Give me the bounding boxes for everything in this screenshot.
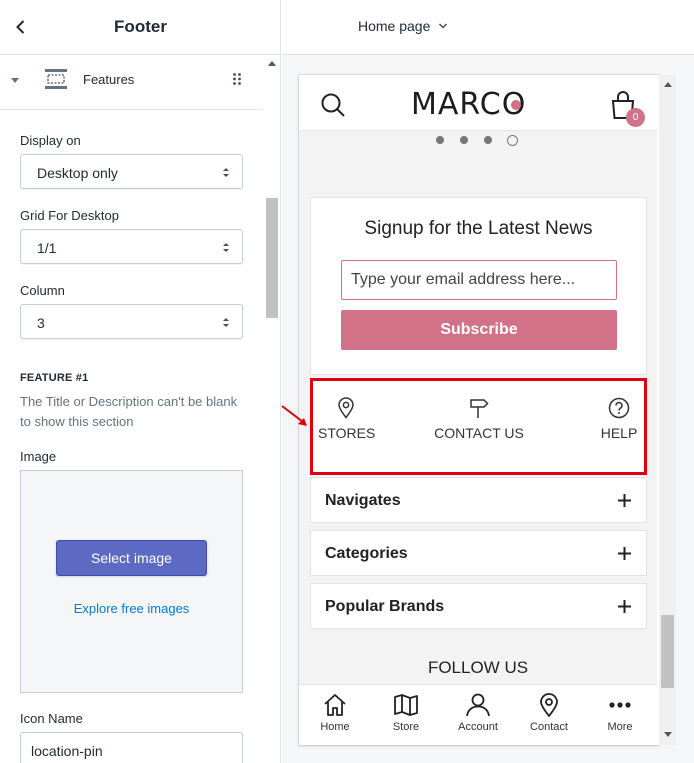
bottom-nav: Home Store Account Contact More [299, 684, 657, 745]
scroll-up-icon[interactable] [268, 61, 276, 66]
newsletter-email-input[interactable]: Type your email address here... [341, 260, 617, 300]
bottom-nav-home[interactable]: Home [305, 693, 365, 733]
icon-name-label: Icon Name [20, 711, 83, 726]
scroll-thumb[interactable] [661, 615, 674, 688]
store-screen: MARCO 0 Signup for the Latest News Type … [299, 75, 657, 745]
page-selector[interactable]: Home page [358, 18, 448, 34]
search-icon[interactable] [320, 92, 346, 118]
slider-dot-active[interactable] [507, 135, 518, 146]
column-label: Column [20, 283, 65, 298]
feature-help-text: The Title or Description can't be blank … [20, 394, 238, 429]
preview-area: Home page MARCO 0 Sign [282, 0, 694, 763]
bottom-nav-store[interactable]: Store [376, 693, 436, 733]
accordion-title: Navigates [325, 492, 401, 509]
question-circle-icon [608, 397, 630, 419]
follow-us-heading: FOLLOW US [427, 658, 529, 677]
explore-free-images-link[interactable]: Explore free images [21, 601, 242, 616]
display-on-value: Desktop only [37, 165, 118, 181]
grid-value: 1/1 [37, 240, 57, 256]
newsletter-heading: Signup for the Latest News [364, 218, 593, 239]
accordion-navigates[interactable]: Navigates [310, 477, 647, 523]
signpost-icon [470, 399, 489, 418]
scroll-up-icon[interactable] [664, 82, 672, 87]
feature-help[interactable]: HELP [597, 397, 641, 441]
accordion-categories[interactable]: Categories [310, 530, 647, 576]
feature-stores[interactable]: STORES [318, 397, 376, 441]
caret-down-icon[interactable] [10, 76, 20, 86]
editor-header: Footer [0, 0, 280, 55]
map-icon [394, 694, 418, 716]
bottom-nav-label: Store [392, 721, 420, 733]
accordion-popular-brands[interactable]: Popular Brands [310, 583, 647, 629]
feature-label: HELP [600, 425, 638, 441]
image-picker: Select image Explore free images [20, 470, 243, 693]
chevron-down-icon [438, 23, 448, 29]
scroll-thumb[interactable] [266, 198, 278, 318]
feature-contact-us[interactable]: CONTACT US [430, 397, 528, 441]
bottom-nav-contact[interactable]: Contact [519, 693, 579, 733]
subscribe-button[interactable]: Subscribe [341, 310, 617, 350]
section-layout-icon [45, 69, 67, 89]
logo-o-letter: O [502, 87, 527, 122]
select-arrows-icon [223, 243, 229, 252]
image-label: Image [20, 449, 57, 464]
icon-name-value: location-pin [31, 743, 103, 759]
preview-toolbar: Home page [282, 0, 694, 55]
page-selector-label: Home page [358, 18, 431, 34]
select-arrows-icon [223, 318, 229, 327]
select-image-button[interactable]: Select image [56, 540, 207, 576]
logo-text: MARCO [411, 87, 526, 122]
store-logo[interactable]: MARCO [411, 87, 526, 122]
editor-scrollbar[interactable] [263, 55, 280, 763]
bottom-nav-account[interactable]: Account [448, 693, 508, 733]
editor-panel: Footer Features Display on Desktop only … [0, 0, 281, 763]
column-value: 3 [37, 315, 45, 331]
bottom-nav-label: Contact [530, 721, 568, 733]
email-placeholder: Type your email address here... [351, 271, 576, 288]
grid-label: Grid For Desktop [20, 208, 119, 223]
bottom-nav-label: Account [458, 721, 498, 733]
features-block: STORES CONTACT US HELP [310, 377, 647, 474]
section-row-features[interactable]: Features [0, 55, 262, 110]
select-arrows-icon [223, 168, 229, 177]
app-root: Footer Features Display on Desktop only … [0, 0, 694, 763]
display-on-select[interactable]: Desktop only [20, 154, 243, 189]
accordion-title: Popular Brands [325, 598, 445, 615]
plus-icon [618, 600, 631, 613]
cart-count-badge: 0 [626, 108, 645, 127]
column-select[interactable]: 3 [20, 304, 243, 339]
home-icon [324, 694, 346, 716]
logo-accent-dot [510, 100, 521, 110]
slider-dot[interactable] [460, 136, 468, 144]
preview-scrollbar[interactable] [659, 75, 676, 745]
drag-handle-icon[interactable] [232, 72, 242, 86]
mobile-preview-frame: MARCO 0 Signup for the Latest News Type … [299, 75, 659, 745]
feature-label: STORES [318, 425, 376, 441]
plus-icon [618, 494, 631, 507]
newsletter-block: Signup for the Latest News Type your ema… [310, 197, 647, 375]
slider-dot[interactable] [484, 136, 492, 144]
location-pin-icon [540, 693, 558, 717]
icon-name-input[interactable]: location-pin [20, 732, 243, 763]
store-header: MARCO 0 [299, 75, 657, 131]
bottom-nav-more[interactable]: More [590, 693, 650, 733]
more-dots-icon [609, 702, 631, 708]
display-on-label: Display on [20, 133, 81, 148]
accordion-title: Categories [325, 545, 408, 562]
editor-title: Footer [114, 17, 167, 36]
user-icon [466, 693, 490, 717]
feature-label: CONTACT US [434, 425, 524, 441]
bottom-nav-label: More [607, 721, 633, 733]
plus-icon [618, 547, 631, 560]
location-pin-icon [338, 397, 354, 419]
section-label: Features [83, 72, 135, 87]
scroll-down-icon[interactable] [664, 732, 672, 737]
slider-dot[interactable] [436, 136, 444, 144]
bottom-nav-label: Home [320, 721, 350, 733]
grid-select[interactable]: 1/1 [20, 229, 243, 264]
feature-heading: FEATURE #1 [20, 372, 89, 384]
